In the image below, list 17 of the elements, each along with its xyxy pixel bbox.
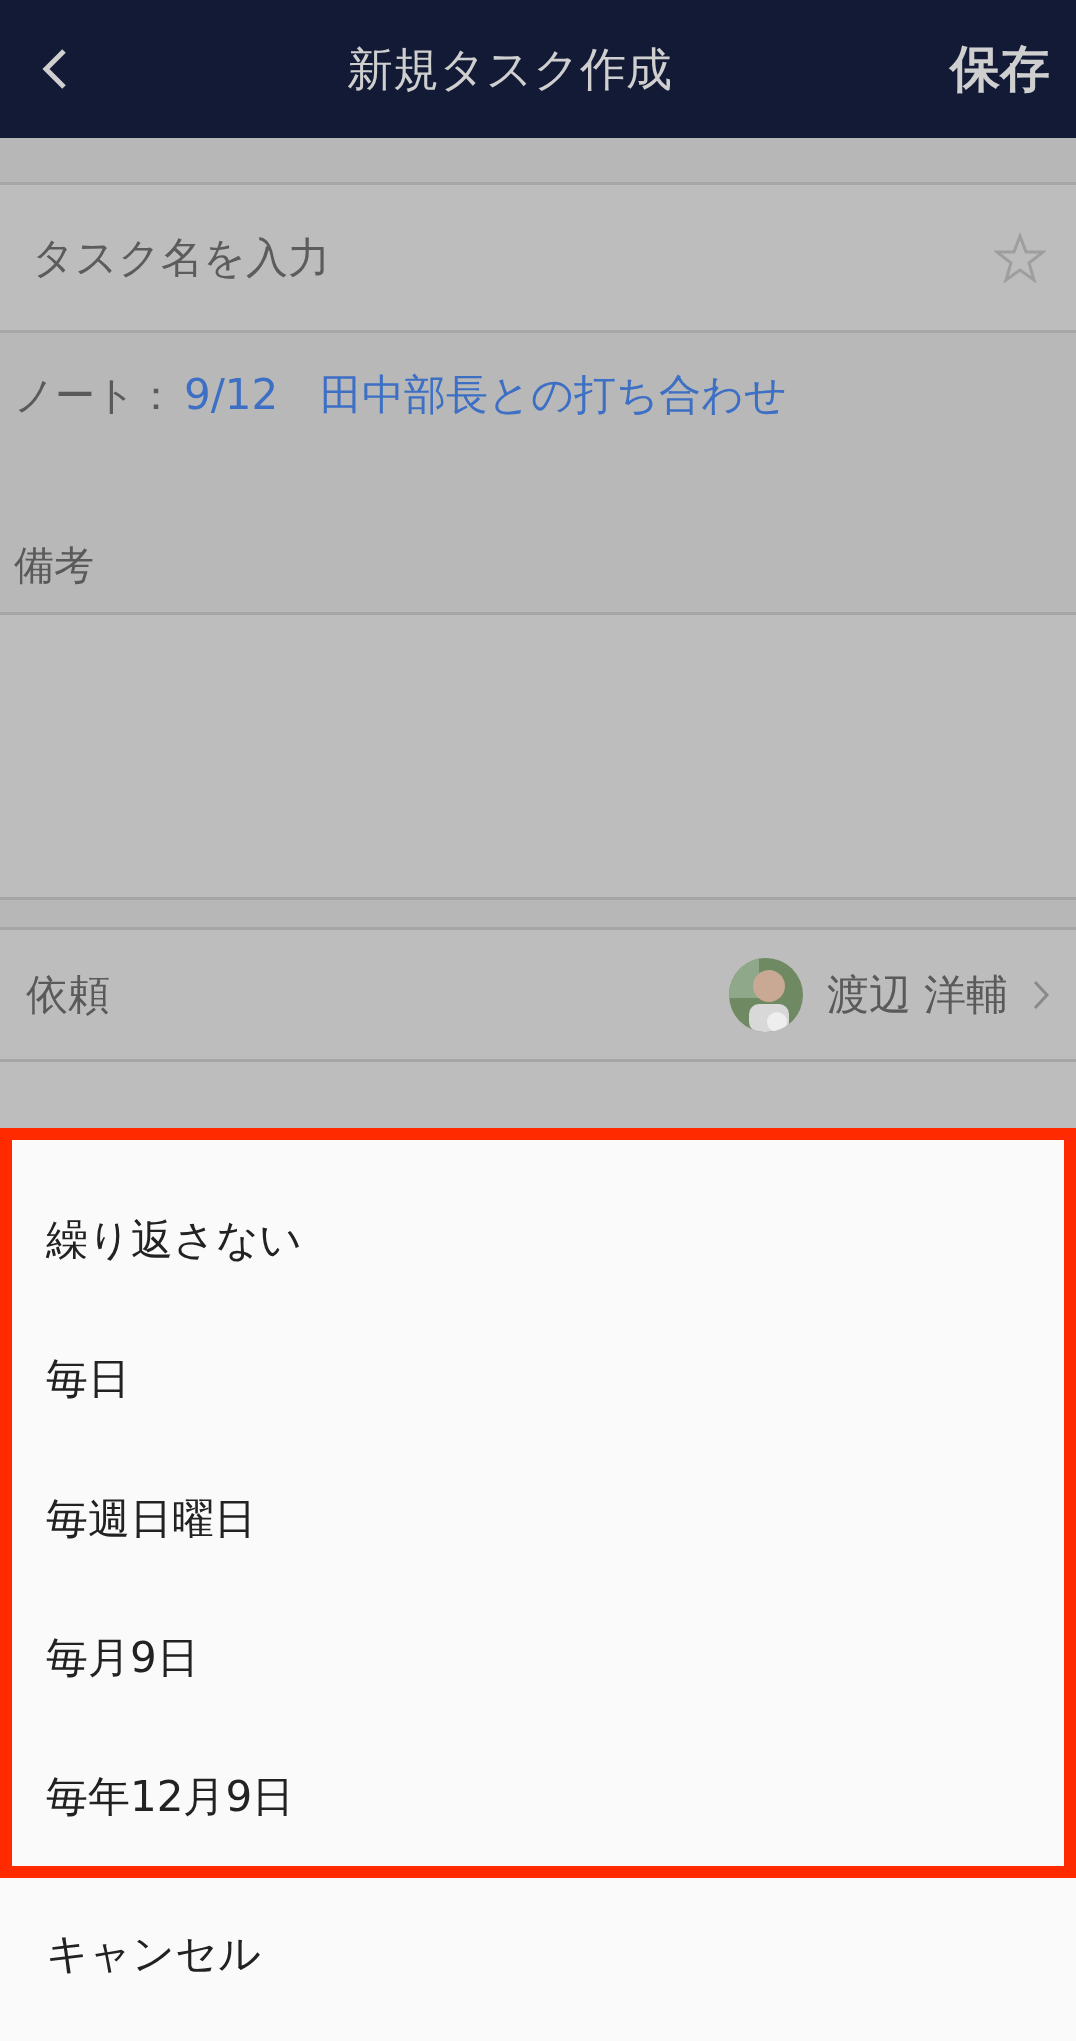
note-label: ノート： [14, 371, 176, 420]
repeat-option[interactable]: 毎週日曜日 [12, 1448, 1064, 1588]
screen-title: 新規タスク作成 [346, 40, 672, 98]
back-icon[interactable] [40, 47, 68, 91]
star-icon[interactable] [994, 232, 1046, 283]
person-name: 渡辺 洋輔 [826, 969, 1008, 1021]
field-label: 依頼 [26, 969, 111, 1021]
cancel-button[interactable]: キャンセル [0, 1878, 1076, 2028]
repeat-option[interactable]: 毎年12月9日 [12, 1726, 1064, 1866]
repeat-option[interactable]: 毎日 [12, 1309, 1064, 1449]
task-name-input[interactable]: タスク名を入力 [30, 225, 994, 290]
save-button[interactable]: 保存 [950, 31, 1050, 107]
repeat-option[interactable]: 毎月9日 [12, 1587, 1064, 1727]
remarks-label: 備考 [14, 542, 94, 588]
repeat-option[interactable]: 繰り返さない [12, 1170, 1064, 1310]
task-name-field[interactable]: タスク名を入力 [0, 182, 1076, 330]
chevron-icon [1032, 978, 1050, 1011]
